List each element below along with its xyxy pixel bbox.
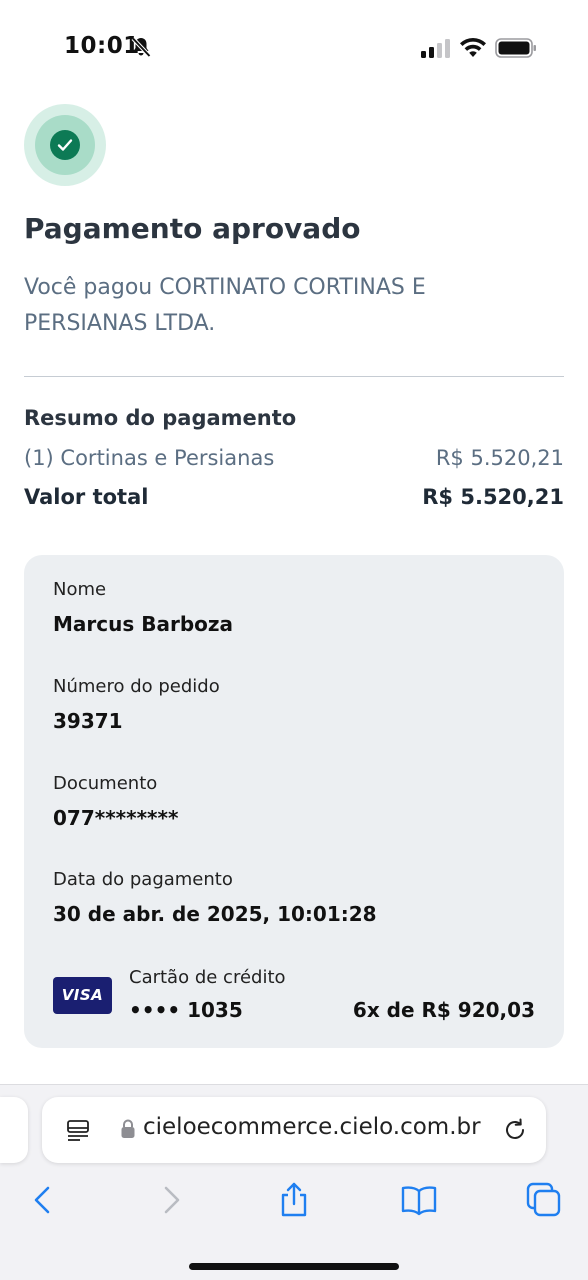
payment-description: Você pagou CORTINATO CORTINAS E PERSIANA…	[24, 275, 426, 336]
back-icon[interactable]	[24, 1181, 62, 1219]
bell-slash-icon	[131, 37, 151, 58]
page-title: Pagamento aprovado	[24, 212, 361, 245]
payment-details-card: Nome Marcus Barboza Número do pedido 393…	[24, 555, 564, 1048]
total-label: Valor total	[24, 485, 149, 509]
success-badge	[24, 104, 106, 186]
previous-tab[interactable]	[0, 1097, 28, 1163]
installments: 6x de R$ 920,03	[352, 998, 535, 1022]
order-label: Número do pedido	[53, 676, 220, 697]
browser-chrome: cieloecommerce.cielo.com.br	[0, 1084, 588, 1280]
forward-icon[interactable]	[152, 1181, 190, 1219]
home-indicator	[189, 1263, 399, 1270]
tabs-icon[interactable]	[525, 1181, 563, 1219]
address-bar[interactable]: cieloecommerce.cielo.com.br	[42, 1097, 546, 1163]
status-bar: 10:01	[0, 0, 588, 96]
divider	[24, 376, 564, 377]
card-info: Cartão de crédito •••• 1035 6x de R$ 920…	[129, 967, 535, 1022]
date-value: 30 de abr. de 2025, 10:01:28	[53, 902, 377, 926]
summary-item-row: (1) Cortinas e Persianas R$ 5.520,21	[24, 446, 564, 470]
reader-icon[interactable]	[66, 1118, 90, 1142]
name-field: Nome Marcus Barboza	[53, 579, 233, 636]
summary-title: Resumo do pagamento	[24, 406, 297, 430]
visa-logo: VISA	[53, 977, 112, 1014]
summary-item-value: R$ 5.520,21	[435, 446, 564, 470]
summary-item-label: (1) Cortinas e Persianas	[24, 446, 275, 470]
name-value: Marcus Barboza	[53, 612, 234, 636]
lock-icon	[121, 1119, 135, 1138]
card-last-digits: •••• 1035	[129, 998, 243, 1022]
url-text[interactable]: cieloecommerce.cielo.com.br	[143, 1114, 481, 1140]
name-label: Nome	[53, 579, 107, 600]
date-field: Data do pagamento 30 de abr. de 2025, 10…	[53, 869, 377, 926]
share-icon[interactable]	[275, 1181, 313, 1219]
order-field: Número do pedido 39371	[53, 676, 220, 733]
order-value: 39371	[53, 709, 123, 733]
document-label: Documento	[53, 773, 158, 794]
cellular-signal-icon	[421, 39, 450, 58]
total-value: R$ 5.520,21	[422, 485, 564, 509]
status-time: 10:01	[64, 33, 140, 59]
date-label: Data do pagamento	[53, 869, 233, 890]
card-type: Cartão de crédito	[129, 967, 286, 988]
bookmarks-icon[interactable]	[400, 1181, 438, 1219]
summary-total-row: Valor total R$ 5.520,21	[24, 485, 564, 509]
battery-icon	[495, 38, 536, 58]
check-icon	[57, 139, 73, 151]
reload-icon[interactable]	[501, 1116, 529, 1144]
document-field: Documento 077********	[53, 773, 178, 830]
document-value: 077********	[53, 806, 179, 830]
wifi-icon	[460, 37, 486, 57]
